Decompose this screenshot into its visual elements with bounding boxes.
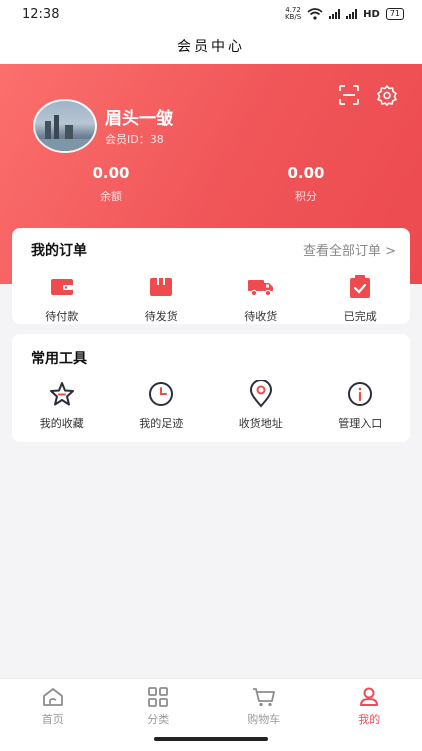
user-name: 眉头一皱 xyxy=(105,104,173,129)
orders-card: 我的订单 查看全部订单 > 待付款 待发货 xyxy=(12,228,410,324)
clock-icon xyxy=(148,381,174,407)
tools-title: 常用工具 xyxy=(31,348,87,368)
order-status-label: 待收货 xyxy=(244,308,277,324)
network-speed: 4.72 KB/S xyxy=(285,7,301,21)
home-indicator xyxy=(154,737,268,741)
member-id: 会员ID：38 xyxy=(105,131,164,147)
balance-stat[interactable]: 0.00 余额 xyxy=(61,164,161,204)
signal-icon xyxy=(329,9,340,19)
balance-value: 0.00 xyxy=(61,164,161,182)
nav-mine[interactable]: 我的 xyxy=(317,679,422,751)
tools-grid: 我的收藏 我的足迹 收货地址 xyxy=(12,381,410,431)
status-time: 12:38 xyxy=(22,7,59,22)
order-status-grid: 待付款 待发货 待收货 xyxy=(12,274,410,324)
header-actions xyxy=(338,84,398,106)
signal-icon xyxy=(346,9,357,19)
category-icon xyxy=(147,687,169,707)
tool-footprints[interactable]: 我的足迹 xyxy=(112,381,212,431)
orders-title: 我的订单 xyxy=(31,240,87,260)
truck-icon xyxy=(247,277,275,297)
wallet-icon xyxy=(50,277,74,297)
title-bar: 会员中心 xyxy=(0,28,422,64)
tool-admin-entry[interactable]: 管理入口 xyxy=(311,381,411,431)
home-icon xyxy=(42,687,64,707)
status-indicators: 4.72 KB/S HD 71 xyxy=(285,7,404,21)
order-pending-payment[interactable]: 待付款 xyxy=(12,274,112,324)
page-title: 会员中心 xyxy=(177,36,245,56)
balance-label: 余额 xyxy=(61,188,161,204)
tools-card: 常用工具 我的收藏 我的足迹 xyxy=(12,334,410,442)
tool-label: 我的足迹 xyxy=(139,415,183,431)
wifi-icon xyxy=(307,8,323,20)
star-icon xyxy=(49,381,75,407)
hd-label: HD xyxy=(363,9,380,20)
tool-favorites[interactable]: 我的收藏 xyxy=(12,381,112,431)
package-icon xyxy=(149,276,173,298)
order-status-label: 待付款 xyxy=(45,308,78,324)
status-bar: 12:38 4.72 KB/S HD 71 xyxy=(0,0,422,28)
battery-icon: 71 xyxy=(386,8,404,20)
location-pin-icon xyxy=(249,380,273,408)
cart-icon xyxy=(252,687,276,707)
avatar[interactable] xyxy=(33,99,97,153)
order-status-label: 待发货 xyxy=(145,308,178,324)
tool-label: 我的收藏 xyxy=(40,415,84,431)
points-stat[interactable]: 0.00 积分 xyxy=(256,164,356,204)
view-all-orders-link[interactable]: 查看全部订单 > xyxy=(303,240,396,259)
scan-icon[interactable] xyxy=(338,84,360,106)
tool-addresses[interactable]: 收货地址 xyxy=(211,381,311,431)
tool-label: 收货地址 xyxy=(239,415,283,431)
order-status-label: 已完成 xyxy=(344,308,377,324)
nav-label: 分类 xyxy=(147,711,169,727)
points-value: 0.00 xyxy=(256,164,356,182)
points-label: 积分 xyxy=(256,188,356,204)
info-icon xyxy=(347,381,373,407)
nav-home[interactable]: 首页 xyxy=(0,679,106,751)
nav-label: 购物车 xyxy=(247,711,280,727)
order-completed[interactable]: 已完成 xyxy=(311,274,411,324)
order-pending-receipt[interactable]: 待收货 xyxy=(211,274,311,324)
profile-icon xyxy=(358,687,380,707)
nav-label: 我的 xyxy=(358,711,380,727)
nav-label: 首页 xyxy=(42,711,64,727)
settings-icon[interactable] xyxy=(376,84,398,106)
order-pending-shipment[interactable]: 待发货 xyxy=(112,274,212,324)
check-clipboard-icon xyxy=(349,275,371,299)
tool-label: 管理入口 xyxy=(338,415,382,431)
